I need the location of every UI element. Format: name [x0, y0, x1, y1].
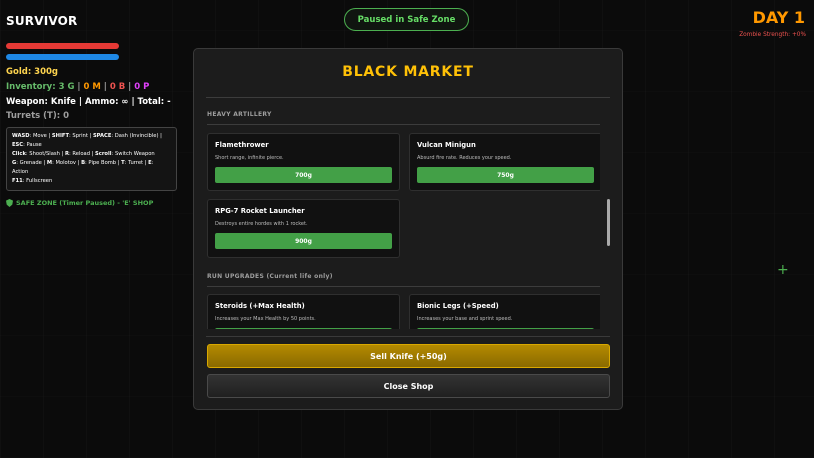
buy-rpg-button[interactable]: 900g [215, 233, 392, 249]
shop-title: BLACK MARKET [206, 64, 610, 98]
control-action: : Switch Weapon [111, 151, 155, 157]
controls-line: G: Grenade | M: Molotov | B: Pipe Bomb |… [12, 159, 171, 177]
inventory-sep: | [100, 82, 110, 92]
item-name: Bionic Legs (+Speed) [417, 302, 499, 310]
safe-zone-indicator: SAFE ZONE (Timer Paused) - 'E' SHOP [6, 199, 190, 207]
control-action: : Fullscreen [22, 178, 53, 184]
turret-count: Turrets (T): 0 [6, 111, 69, 121]
sell-weapon-button[interactable]: Sell Knife (+50g) [207, 344, 610, 368]
black-market-modal: BLACK MARKET HEAVY ARTILLERY Flamethrowe… [193, 48, 623, 410]
item-description: Absurd fire rate. Reduces your speed. [417, 155, 512, 161]
item-name: Vulcan Minigun [417, 141, 476, 149]
control-key: ESC [12, 142, 24, 148]
pause-status-badge: Paused in Safe Zone [344, 8, 469, 31]
controls-line: WASD: Move | SHIFT: Sprint | SPACE: Dash… [12, 132, 171, 150]
safe-zone-text: SAFE ZONE (Timer Paused) - 'E' SHOP [16, 199, 154, 207]
player-hud: SURVIVOR Gold: 300g Inventory: 3 G | 0 M… [6, 14, 190, 207]
footer-divider [206, 336, 610, 337]
item-name: Flamethrower [215, 141, 269, 149]
shield-icon [6, 199, 13, 207]
control-action: : Grenade | [16, 160, 47, 166]
day-counter: DAY 1 [752, 8, 805, 27]
control-key: SHIFT [51, 133, 69, 139]
molotov-count: 0 M [83, 82, 101, 92]
buy-minigun-button[interactable]: 750g [417, 167, 594, 183]
control-key: F11 [12, 178, 23, 184]
weapon-status: Weapon: Knife | Ammo: ∞ | Total: - [6, 97, 171, 107]
energy-bar [6, 54, 119, 60]
player-name: SURVIVOR [6, 14, 78, 28]
shop-item-flamethrower: Flamethrower Short range, infinite pierc… [207, 133, 400, 191]
control-key: SPACE [92, 133, 112, 139]
inventory-label: Inventory: [6, 82, 59, 92]
control-action: : Dash (Invincible) | [111, 133, 162, 139]
control-action: : Pipe Bomb | [85, 160, 122, 166]
inventory-sep: | [125, 82, 135, 92]
controls-line: F11: Fullscreen [12, 177, 171, 186]
control-action: : Molotov | [52, 160, 82, 166]
item-name: Steroids (+Max Health) [215, 302, 305, 310]
control-action: : Move | [29, 133, 52, 139]
p-count: 0 P [134, 82, 150, 92]
buy-flamethrower-button[interactable]: 700g [215, 167, 392, 183]
shop-item-bionic-legs: Bionic Legs (+Speed) Increases your base… [409, 294, 600, 329]
item-name: RPG-7 Rocket Launcher [215, 207, 305, 215]
buy-steroids-button[interactable] [215, 328, 392, 329]
section-heading: RUN UPGRADES (Current life only) [207, 273, 600, 287]
shop-item-steroids: Steroids (+Max Health) Increases your Ma… [207, 294, 400, 329]
pipe-bomb-count: 0 B [109, 82, 126, 92]
control-action: : Pause [23, 142, 42, 148]
controls-help: WASD: Move | SHIFT: Sprint | SPACE: Dash… [6, 127, 177, 191]
item-description: Increases your base and sprint speed. [417, 316, 513, 322]
control-action: : Turret | [124, 160, 149, 166]
health-bar [6, 43, 119, 49]
item-description: Increases your Max Health by 50 points. [215, 316, 316, 322]
control-action: : Sprint | [69, 133, 93, 139]
item-description: Destroys entire hordes with 1 rocket. [215, 221, 308, 227]
control-key: Scroll [95, 151, 112, 157]
gold-counter: Gold: 300g [6, 67, 59, 77]
shop-item-rpg: RPG-7 Rocket Launcher Destroys entire ho… [207, 199, 400, 258]
control-action: : Reload | [68, 151, 96, 157]
shop-item-vulcan-minigun: Vulcan Minigun Absurd fire rate. Reduces… [409, 133, 600, 191]
zombie-strength: Zombie Strength: +0% [739, 32, 806, 38]
close-shop-button[interactable]: Close Shop [207, 374, 610, 398]
control-key: Click [12, 151, 26, 157]
shop-item-list[interactable]: HEAVY ARTILLERY Flamethrower Short range… [206, 107, 600, 329]
crosshair-icon: + [777, 262, 789, 278]
buy-bionic-legs-button[interactable] [417, 328, 594, 329]
shop-scrollbar[interactable] [607, 199, 610, 246]
control-key: WASD [12, 133, 30, 139]
grenade-count: 3 G [58, 82, 75, 92]
inventory-line: Inventory: 3 G | 0 M | 0 B | 0 P [6, 82, 190, 92]
item-description: Short range, infinite pierce. [215, 155, 284, 161]
section-heading: HEAVY ARTILLERY [207, 111, 600, 125]
controls-line: Click: Shoot/Slash | R: Reload | Scroll:… [12, 150, 171, 159]
control-action: : Shoot/Slash | [25, 151, 65, 157]
